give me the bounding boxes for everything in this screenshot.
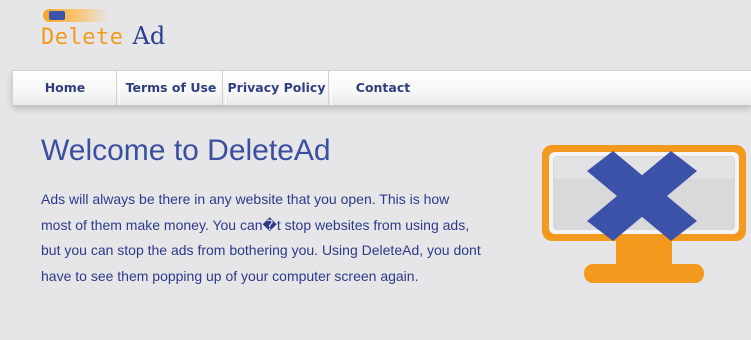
logo-word-delete: Delete — [41, 25, 124, 50]
site-logo[interactable]: Delete Ad — [41, 4, 201, 50]
nav-privacy-link[interactable]: Privacy Policy — [225, 71, 328, 105]
nav-contact-link[interactable]: Contact — [331, 71, 435, 105]
logo-word-ad: Ad — [132, 22, 166, 50]
page-title: Welcome to DeleteAd — [41, 134, 331, 167]
monitor-with-x-icon — [542, 145, 746, 283]
logo-toggle-graphic — [43, 9, 109, 22]
intro-paragraph: Ads will always be there in any website … — [41, 191, 481, 284]
logo-toggle-knob — [49, 11, 65, 20]
logo-text: Delete Ad — [41, 22, 165, 50]
nav-home-link[interactable]: Home — [13, 71, 117, 105]
main-nav: Home Terms of Use Privacy Policy Contact — [12, 70, 751, 105]
nav-terms-link[interactable]: Terms of Use — [119, 71, 223, 105]
